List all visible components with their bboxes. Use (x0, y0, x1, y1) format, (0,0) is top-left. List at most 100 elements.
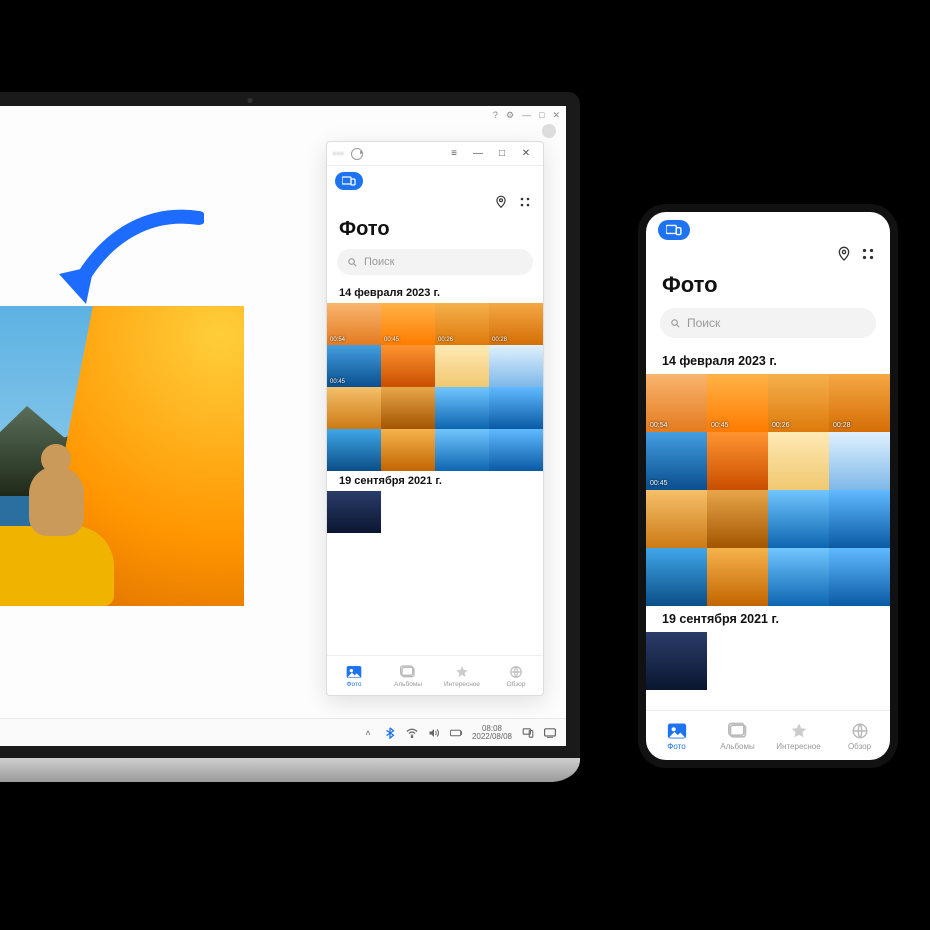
settings-icon[interactable]: ⚙ (506, 110, 514, 121)
photo-thumb[interactable] (829, 490, 890, 548)
tab-label: Альбомы (394, 681, 422, 688)
photo-thumb[interactable] (707, 548, 768, 606)
photo-thumb[interactable] (435, 387, 489, 429)
tray-chevron-icon[interactable]: ˄ (362, 727, 374, 739)
tab-browse[interactable]: Обзор (829, 711, 890, 760)
pc-window-controls: ? ⚙ — □ ✕ (493, 110, 560, 121)
page-title: Фото (646, 262, 890, 304)
search-icon (670, 318, 681, 329)
close-button[interactable]: ✕ (515, 146, 537, 162)
date-section-1: 14 февраля 2023 г. (327, 283, 543, 303)
close-button[interactable]: ✕ (552, 110, 560, 121)
battery-icon[interactable] (450, 727, 462, 739)
albums-icon (727, 721, 749, 741)
menu-button[interactable]: ≡ (443, 146, 465, 162)
phone-link-icon[interactable] (522, 727, 534, 739)
photo-thumb[interactable]: 00:28 (829, 374, 890, 432)
date-label: 2022/08/08 (472, 733, 512, 741)
multiscreen-badge[interactable] (335, 172, 535, 190)
photo-thumb[interactable] (768, 548, 829, 606)
albums-icon (399, 664, 417, 680)
photo-grid-2 (646, 632, 890, 690)
bluetooth-icon[interactable] (384, 727, 396, 739)
photo-thumb[interactable] (707, 432, 768, 490)
maximize-button[interactable]: □ (539, 110, 544, 121)
tab-label: Альбомы (720, 742, 754, 751)
photo-grid-1: 00:54 00:45 00:26 00:28 00:45 (327, 303, 543, 471)
clock[interactable]: 08:08 2022/08/08 (472, 725, 512, 741)
tab-photo[interactable]: Фото (327, 656, 381, 695)
photo-thumb[interactable]: 00:28 (489, 303, 543, 345)
photo-thumb[interactable] (489, 429, 543, 471)
globe-icon (849, 721, 871, 741)
photo-grid-2 (327, 491, 543, 533)
photo-thumb[interactable]: 00:45 (707, 374, 768, 432)
photo-thumb[interactable] (435, 345, 489, 387)
photo-thumb[interactable]: 00:54 (646, 374, 707, 432)
photo-thumb[interactable] (489, 387, 543, 429)
maximize-button[interactable]: □ (491, 146, 513, 162)
gallery-app-phone: Фото Поиск 14 февраля 2023 г. 00:54 00:4… (646, 212, 890, 760)
photo-thumb[interactable]: 00:45 (381, 303, 435, 345)
photo-thumb[interactable] (381, 387, 435, 429)
star-icon (453, 664, 471, 680)
photo-thumb[interactable]: 00:45 (646, 432, 707, 490)
minimize-button[interactable]: — (522, 110, 531, 121)
tab-photo[interactable]: Фото (646, 711, 707, 760)
photo-thumb[interactable] (646, 548, 707, 606)
photo-thumb[interactable] (327, 387, 381, 429)
star-icon (788, 721, 810, 741)
photo-thumb[interactable] (327, 491, 381, 533)
photo-thumb[interactable] (646, 490, 707, 548)
desktop-area: ? ⚙ — □ ✕ ▪▪▪ (0, 106, 566, 746)
photo-thumb[interactable] (829, 432, 890, 490)
minimize-button[interactable]: — (467, 146, 489, 162)
wifi-icon[interactable] (406, 727, 418, 739)
multiscreen-badge[interactable] (658, 220, 878, 240)
search-input[interactable]: Поиск (337, 249, 533, 275)
tab-albums[interactable]: Альбомы (381, 656, 435, 695)
photo-thumb[interactable]: 00:26 (435, 303, 489, 345)
notifications-icon[interactable] (544, 727, 556, 739)
globe-icon (507, 664, 525, 680)
photo-thumb[interactable] (707, 490, 768, 548)
photo-thumb[interactable]: 00:54 (327, 303, 381, 345)
photo-thumb[interactable]: 00:26 (768, 374, 829, 432)
bottom-nav: Фото Альбомы Интересное Обзор (646, 710, 890, 760)
search-placeholder: Поиск (364, 256, 394, 268)
photo-grid-1: 00:54 00:45 00:26 00:28 00:45 (646, 374, 890, 606)
photo-thumb[interactable] (829, 548, 890, 606)
search-icon (347, 257, 358, 268)
tab-label: Интересное (776, 742, 820, 751)
drag-arrow-icon (54, 206, 204, 306)
rotate-icon[interactable] (351, 148, 363, 160)
tab-albums[interactable]: Альбомы (707, 711, 768, 760)
volume-icon[interactable] (428, 727, 440, 739)
tab-browse[interactable]: Обзор (489, 656, 543, 695)
location-icon[interactable] (493, 194, 509, 210)
photo-thumb[interactable] (768, 432, 829, 490)
laptop-device: ? ⚙ — □ ✕ ▪▪▪ (0, 92, 580, 782)
photo-thumb[interactable] (768, 490, 829, 548)
gallery-topbar (327, 190, 543, 210)
phone-device: Фото Поиск 14 февраля 2023 г. 00:54 00:4… (638, 204, 898, 768)
photo-thumb[interactable] (646, 632, 707, 690)
more-icon[interactable] (517, 194, 533, 210)
photo-thumb[interactable] (435, 429, 489, 471)
tab-featured[interactable]: Интересное (435, 656, 489, 695)
location-icon[interactable] (836, 246, 852, 262)
date-section-2: 19 сентября 2021 г. (327, 471, 543, 491)
photo-thumb[interactable] (381, 429, 435, 471)
photo-thumb[interactable]: 00:45 (327, 345, 381, 387)
photo-thumb[interactable] (327, 429, 381, 471)
more-icon[interactable] (860, 246, 876, 262)
tab-label: Фото (347, 681, 362, 688)
help-button[interactable]: ? (493, 110, 498, 121)
tab-featured[interactable]: Интересное (768, 711, 829, 760)
photo-thumb[interactable] (381, 345, 435, 387)
photo-thumb[interactable] (489, 345, 543, 387)
avatar-icon[interactable] (542, 124, 556, 138)
search-placeholder: Поиск (687, 316, 720, 330)
search-input[interactable]: Поиск (660, 308, 876, 338)
phone-mirror-window: ▪▪▪ ≡ — □ ✕ (326, 141, 544, 696)
